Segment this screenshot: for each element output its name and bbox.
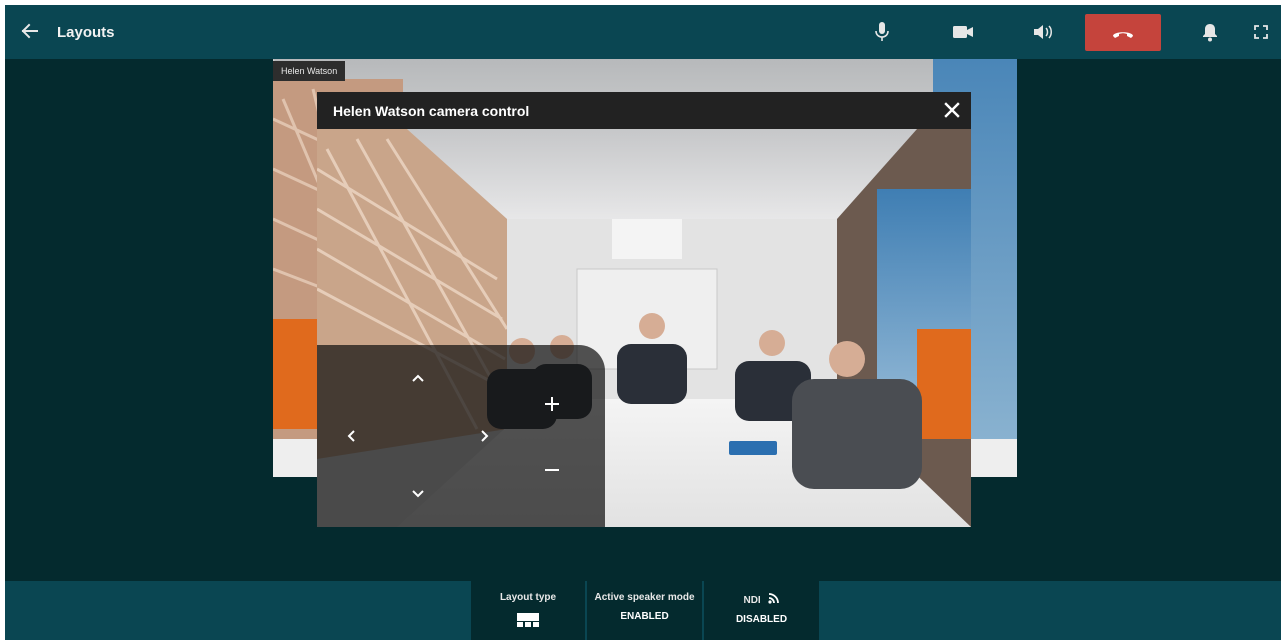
zoom-in-icon[interactable] <box>539 391 565 417</box>
hang-up-button[interactable] <box>1085 14 1161 51</box>
page-title: Layouts <box>57 24 115 41</box>
dialog-header: Helen Watson camera control <box>317 92 971 129</box>
active-speaker-mode-label: Active speaker mode <box>594 592 695 603</box>
ptz-control-panel <box>317 345 605 527</box>
layout-type-label: Layout type <box>499 592 557 603</box>
layout-grid-icon <box>471 612 585 633</box>
chevron-down-icon[interactable] <box>405 481 431 507</box>
active-speaker-mode-button[interactable]: Active speaker mode ENABLED <box>587 581 702 640</box>
camera-control-dialog: Helen Watson camera control <box>317 92 971 527</box>
fullscreen-icon[interactable] <box>1248 19 1274 45</box>
zoom-out-icon[interactable] <box>539 457 565 483</box>
back-arrow-icon[interactable] <box>18 20 40 42</box>
camera-feed <box>317 129 971 527</box>
ndi-label: NDI <box>743 595 761 606</box>
speaker-icon[interactable] <box>1030 19 1056 45</box>
chevron-up-icon[interactable] <box>405 365 431 391</box>
participant-name-tag: Helen Watson <box>273 61 346 81</box>
close-icon[interactable] <box>941 99 963 121</box>
active-speaker-mode-value: ENABLED <box>620 611 669 622</box>
hang-up-icon <box>1113 31 1133 38</box>
ndi-value: DISABLED <box>735 614 788 625</box>
video-camera-icon[interactable] <box>950 19 976 45</box>
bottom-bar: Layout type Active speaker mode ENABLED … <box>5 581 1281 640</box>
dialog-title: Helen Watson camera control <box>333 103 530 119</box>
ndi-label-row: NDI <box>704 592 819 606</box>
top-bar: Layouts <box>5 5 1281 59</box>
chevron-right-icon[interactable] <box>472 423 498 449</box>
app-window: Layouts Helen Watson Helen Watson camera… <box>5 5 1281 640</box>
rss-feed-icon <box>767 593 779 604</box>
layout-type-button[interactable]: Layout type <box>471 581 585 640</box>
microphone-icon[interactable] <box>869 19 895 45</box>
bell-icon[interactable] <box>1197 19 1223 45</box>
chevron-left-icon[interactable] <box>338 423 364 449</box>
ndi-button[interactable]: NDI DISABLED <box>704 581 819 640</box>
